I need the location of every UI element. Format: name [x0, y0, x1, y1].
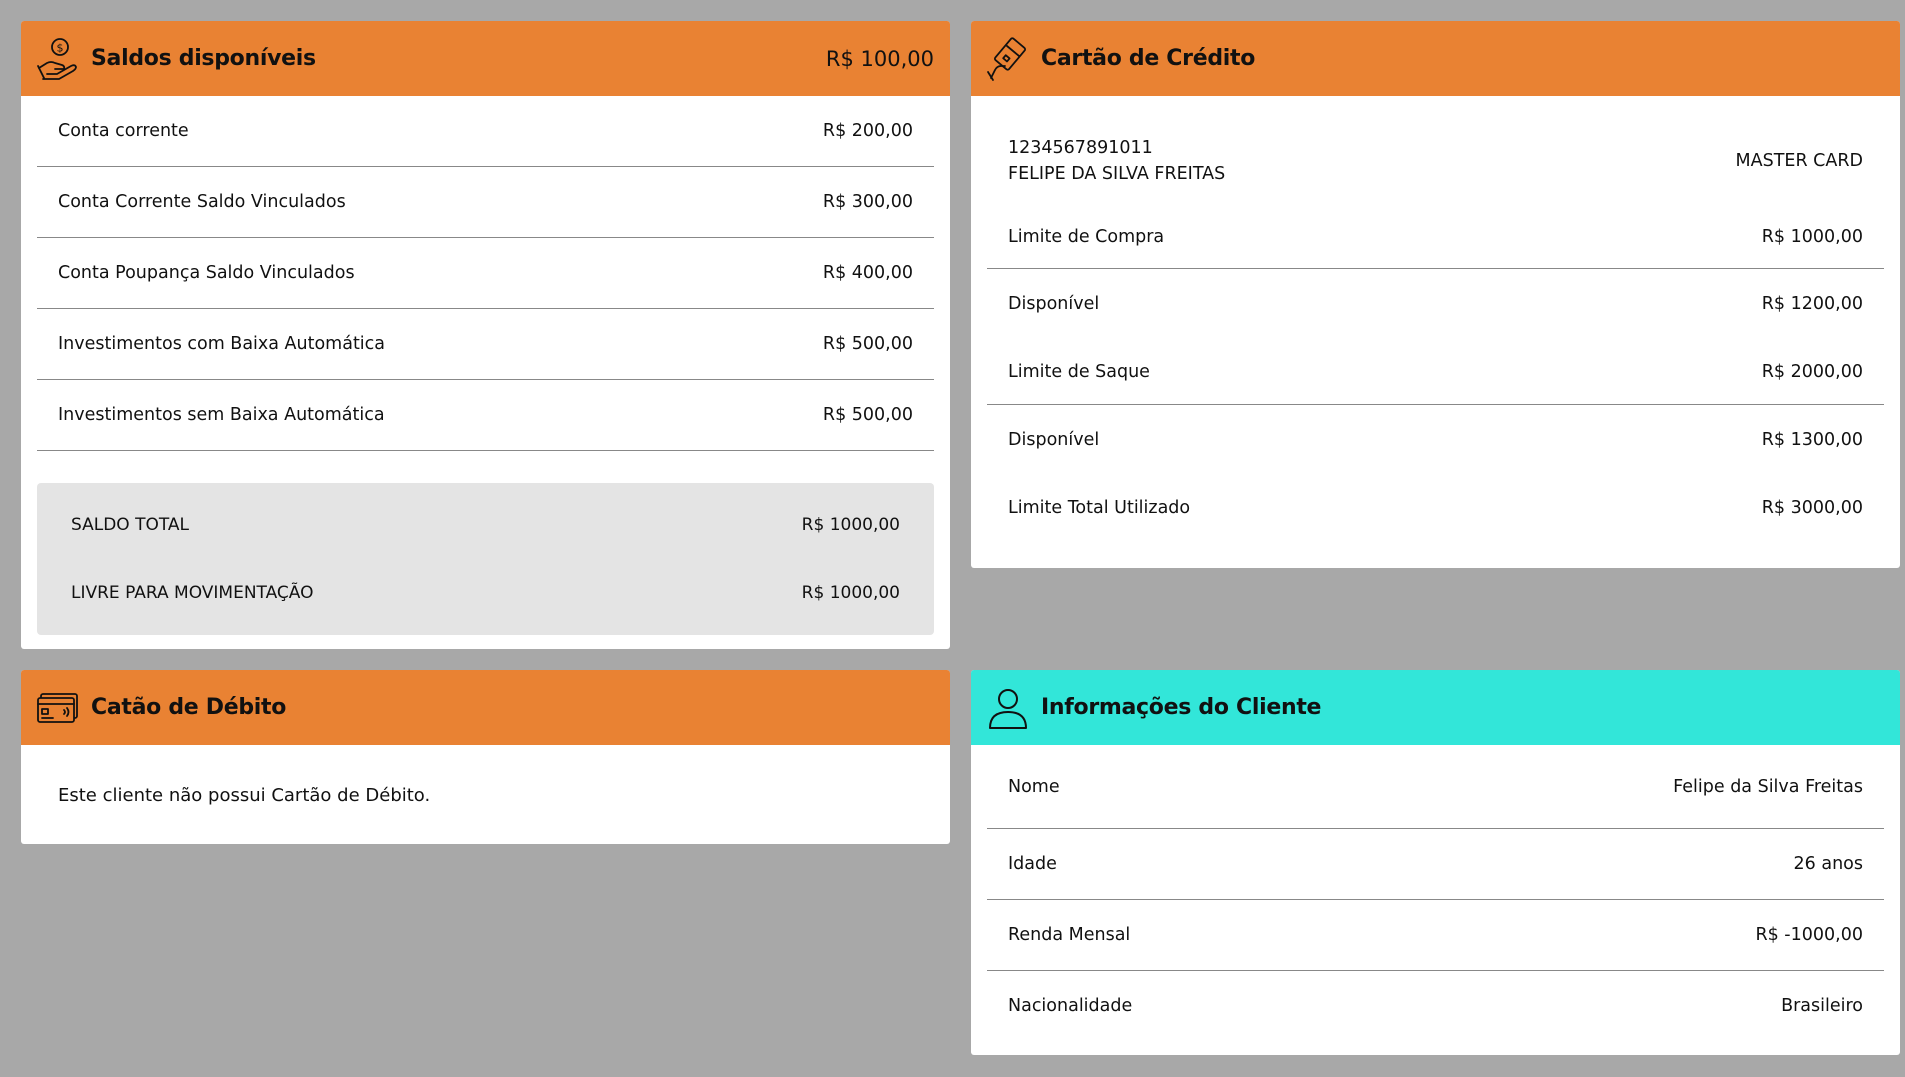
- credit-row-label: Disponível: [1008, 294, 1100, 314]
- totals-box: SALDO TOTAL R$ 1000,00 LIVRE PARA MOVIME…: [37, 483, 934, 635]
- saldo-row-label: Investimentos com Baixa Automática: [58, 334, 386, 354]
- saldos-header: $ Saldos disponíveis R$ 100,00: [21, 21, 950, 96]
- credit-row-label: Limite de Saque: [1008, 361, 1150, 382]
- credito-card: Cartão de Crédito 1234567891011 FELIPE D…: [971, 21, 1900, 568]
- saldo-row-value: R$ 500,00: [822, 334, 913, 354]
- hand-coin-icon: $: [35, 36, 81, 82]
- credit-row-label: Limite Total Utilizado: [1008, 498, 1191, 518]
- card-number: 1234567891011: [1008, 138, 1153, 158]
- client-row-value: Brasileiro: [1781, 996, 1863, 1016]
- credit-row: Limite Total Utilizado R$ 3000,00: [987, 475, 1884, 541]
- cliente-card: Informações do Cliente Nome Felipe da Si…: [971, 670, 1900, 1055]
- credit-row-value: R$ 1300,00: [1761, 430, 1863, 450]
- client-row-label: Idade: [1008, 854, 1057, 874]
- client-row-value: Felipe da Silva Freitas: [1673, 776, 1863, 797]
- client-row-label: Nome: [1008, 776, 1060, 797]
- credito-title: Cartão de Crédito: [1041, 46, 1256, 71]
- credit-row: Disponível R$ 1300,00: [987, 405, 1884, 475]
- saldos-title: Saldos disponíveis: [91, 46, 316, 71]
- saldo-row-label: Conta corrente: [58, 121, 189, 141]
- saldo-row: Investimentos sem Baixa Automática R$ 50…: [37, 380, 934, 451]
- saldos-header-value: R$ 100,00: [825, 46, 934, 71]
- debito-header: Catão de Débito: [21, 670, 950, 745]
- client-row: Renda Mensal R$ -1000,00: [987, 900, 1884, 971]
- total-value: R$ 1000,00: [801, 583, 900, 603]
- saldos-card: $ Saldos disponíveis R$ 100,00 Conta cor…: [21, 21, 950, 649]
- saldo-row-label: Conta Poupança Saldo Vinculados: [58, 263, 355, 283]
- saldo-row-value: R$ 400,00: [822, 263, 913, 283]
- debito-message: Este cliente não possui Cartão de Débito…: [58, 784, 431, 806]
- credit-row-value: R$ 2000,00: [1761, 361, 1863, 382]
- total-label: LIVRE PARA MOVIMENTAÇÃO: [71, 583, 314, 603]
- card-brand: MASTER CARD: [1735, 151, 1863, 171]
- credit-row: Limite de Compra R$ 1000,00: [987, 206, 1884, 269]
- total-row-livre: LIVRE PARA MOVIMENTAÇÃO R$ 1000,00: [37, 559, 934, 627]
- credito-header: Cartão de Crédito: [971, 21, 1900, 96]
- client-row-label: Nacionalidade: [1008, 996, 1133, 1016]
- saldo-row-label: Investimentos sem Baixa Automática: [58, 405, 385, 425]
- credit-card-hand-icon: [985, 36, 1031, 82]
- total-label: SALDO TOTAL: [71, 515, 190, 535]
- saldo-row-value: R$ 200,00: [822, 121, 913, 141]
- credit-row: Disponível R$ 1200,00: [987, 269, 1884, 339]
- credit-row-value: R$ 1200,00: [1761, 294, 1863, 314]
- svg-text:$: $: [57, 41, 64, 54]
- client-row: Nome Felipe da Silva Freitas: [987, 745, 1884, 829]
- cliente-header: Informações do Cliente: [971, 670, 1900, 745]
- debito-title: Catão de Débito: [91, 695, 287, 720]
- credit-row-label: Disponível: [1008, 430, 1100, 450]
- credit-row-value: R$ 3000,00: [1761, 498, 1863, 518]
- saldo-row-label: Conta Corrente Saldo Vinculados: [58, 192, 346, 212]
- credit-row: Limite de Saque R$ 2000,00: [987, 339, 1884, 405]
- saldo-row: Investimentos com Baixa Automática R$ 50…: [37, 309, 934, 380]
- debito-card: Catão de Débito Este cliente não possui …: [21, 670, 950, 844]
- saldo-row: Conta corrente R$ 200,00: [37, 96, 934, 167]
- cliente-title: Informações do Cliente: [1041, 695, 1322, 720]
- credit-row-value: R$ 1000,00: [1761, 227, 1863, 247]
- total-value: R$ 1000,00: [801, 515, 900, 535]
- user-icon: [985, 685, 1031, 731]
- saldo-row: Conta Poupança Saldo Vinculados R$ 400,0…: [37, 238, 934, 309]
- saldo-row-value: R$ 500,00: [822, 405, 913, 425]
- client-row-label: Renda Mensal: [1008, 925, 1131, 945]
- saldo-row-value: R$ 300,00: [822, 192, 913, 212]
- client-row: Idade 26 anos: [987, 829, 1884, 900]
- total-row-saldo: SALDO TOTAL R$ 1000,00: [37, 491, 934, 559]
- card-holder: FELIPE DA SILVA FREITAS: [1008, 164, 1226, 184]
- credit-row-label: Limite de Compra: [1008, 227, 1165, 247]
- client-row-value: 26 anos: [1793, 854, 1863, 874]
- saldo-row: Conta Corrente Saldo Vinculados R$ 300,0…: [37, 167, 934, 238]
- debit-card-icon: [35, 685, 81, 731]
- client-row-value: R$ -1000,00: [1755, 925, 1863, 945]
- client-row: Nacionalidade Brasileiro: [987, 971, 1884, 1041]
